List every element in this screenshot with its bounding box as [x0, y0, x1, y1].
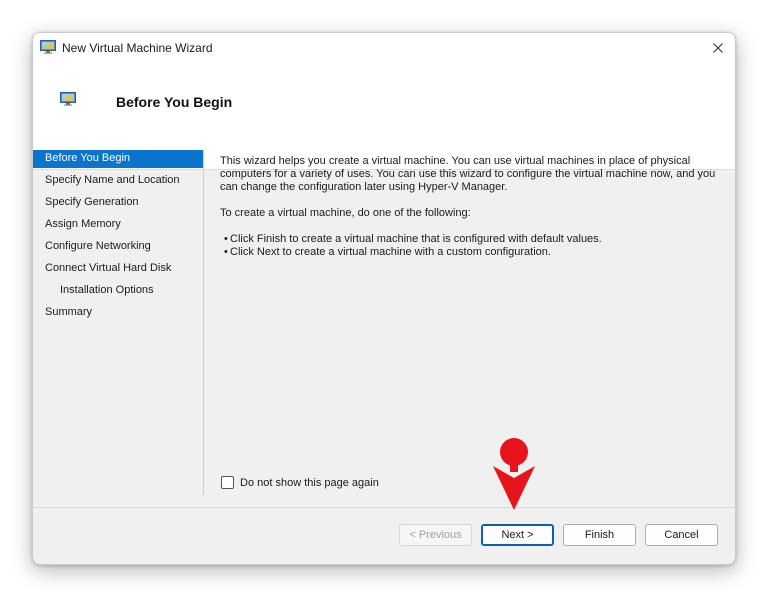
nav-item-installation-options[interactable]: Installation Options [33, 282, 203, 304]
checkbox-label: Do not show this page again [240, 476, 379, 489]
nav-item-assign-memory[interactable]: Assign Memory [33, 216, 203, 238]
nav-item-connect-virtual-hard-disk[interactable]: Connect Virtual Hard Disk [33, 260, 203, 282]
do-not-show-again-checkbox[interactable] [221, 476, 234, 489]
window-title: New Virtual Machine Wizard [62, 41, 213, 55]
wizard-content: This wizard helps you create a virtual m… [220, 155, 720, 259]
list-item: • Click Finish to create a virtual machin… [224, 233, 602, 245]
bullet-glyph: • [224, 233, 228, 245]
intro-text: This wizard helps you create a virtual m… [220, 155, 716, 193]
monitor-icon [40, 40, 56, 57]
nav-item-summary[interactable]: Summary [33, 304, 203, 326]
bullet-glyph: • [224, 246, 228, 258]
nav-item-configure-networking[interactable]: Configure Networking [33, 238, 203, 260]
close-button[interactable] [701, 33, 735, 63]
page-title: Before You Begin [116, 94, 233, 110]
options-list: • Click Finish to create a virtual machin… [220, 233, 720, 259]
do-not-show-again-option[interactable]: Do not show this page again [221, 476, 379, 489]
previous-button[interactable]: < Previous [399, 524, 472, 546]
title-bar: New Virtual Machine Wizard [33, 33, 735, 63]
red-arrow-pointer-icon [488, 436, 544, 517]
nav-divider [203, 149, 204, 495]
list-item: • Click Next to create a virtual machine … [224, 246, 551, 258]
wizard-step-nav: Before You Begin Specify Name and Locati… [33, 150, 203, 326]
wizard-window: New Virtual Machine Wizard Before You Be… [32, 32, 736, 565]
next-button[interactable]: Next > [481, 524, 554, 546]
nav-item-before-you-begin[interactable]: Before You Begin [33, 150, 203, 168]
finish-button[interactable]: Finish [563, 524, 636, 546]
nav-item-specify-generation[interactable]: Specify Generation [33, 194, 203, 216]
nav-item-specify-name-and-location[interactable]: Specify Name and Location [33, 172, 203, 194]
monitor-icon [60, 92, 76, 109]
cancel-button[interactable]: Cancel [645, 524, 718, 546]
close-icon [713, 43, 723, 53]
footer-divider [33, 507, 735, 508]
instruction-text: To create a virtual machine, do one of t… [220, 207, 471, 219]
